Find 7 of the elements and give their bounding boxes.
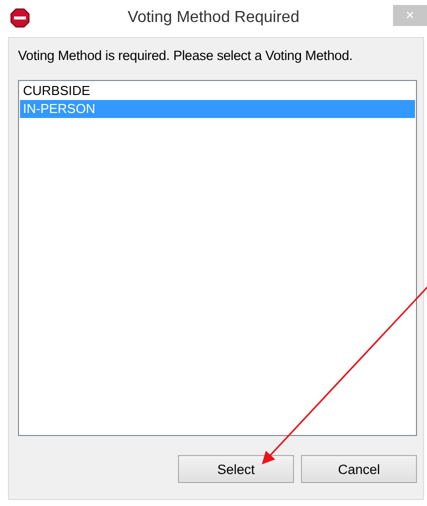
select-button[interactable]: Select	[178, 455, 294, 483]
list-item[interactable]: CURBSIDE	[20, 82, 415, 100]
stop-sign-icon	[10, 8, 30, 28]
message-text: Voting Method is required. Please select a Voting Method.	[18, 48, 354, 63]
window-title: Voting Method Required	[128, 9, 300, 27]
cancel-button[interactable]: Cancel	[301, 455, 417, 483]
voting-method-list[interactable]: CURBSIDE IN-PERSON	[18, 80, 417, 436]
